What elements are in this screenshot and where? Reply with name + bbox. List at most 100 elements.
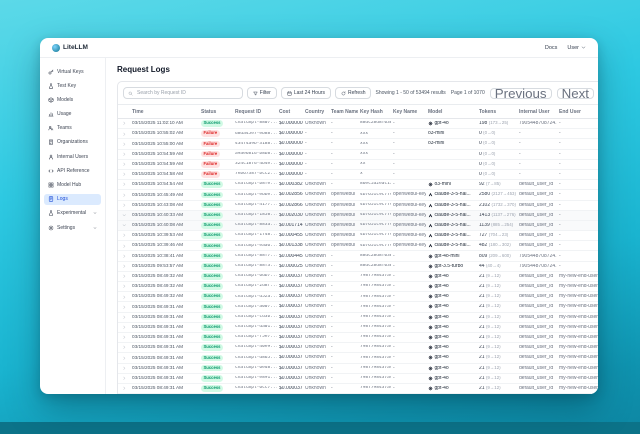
table-row[interactable]: 03/15/2025 08:49:32 AMSuccesschatcmpl-6d… — [118, 272, 598, 282]
row-expander[interactable] — [118, 343, 130, 352]
filter-button[interactable]: Filter — [247, 87, 277, 99]
sidebar-item-logs[interactable]: Logs — [44, 194, 101, 205]
cell-time: 03/15/2025 10:45:49 AM — [130, 193, 199, 198]
table-row[interactable]: 03/15/2025 10:54:59 AMFailurea9ae681d-b8… — [118, 150, 598, 160]
table-row[interactable]: 03/15/2025 10:43:08 AMSuccesschatcmpl-41… — [118, 201, 598, 211]
row-expander[interactable] — [118, 150, 130, 159]
table-row[interactable]: 03/15/2025 08:49:31 AMSuccesschatcmpl-6e… — [118, 364, 598, 374]
cell-tokens: 21 (9→12) — [477, 274, 517, 279]
search-box[interactable] — [123, 87, 243, 99]
row-expander[interactable] — [118, 160, 130, 169]
table-row[interactable]: 03/15/2025 10:45:49 AMSuccesschatcmpl-eb… — [118, 190, 598, 200]
previous-page-button[interactable]: Previous — [490, 88, 552, 99]
time-range-label: Last 24 Hours — [294, 90, 325, 96]
table-row[interactable]: 03/15/2025 10:55:02 AMFailured8da45e7-eb… — [118, 129, 598, 139]
row-expander[interactable] — [118, 201, 130, 210]
cell-end-user: - — [557, 233, 598, 238]
table-row[interactable]: 03/15/2025 10:55:00 AMFailure43474a9b-31… — [118, 139, 598, 149]
table-row[interactable]: 03/15/2025 08:49:31 AMSuccesschatcmpl-e8… — [118, 374, 598, 384]
table-row[interactable]: 03/15/2025 10:39:53 AMSuccesschatcmpl-17… — [118, 231, 598, 241]
row-expander[interactable] — [118, 364, 130, 373]
table-row[interactable]: 03/15/2025 08:49:31 AMSuccesschatcmpl-a0… — [118, 302, 598, 312]
row-expander[interactable] — [118, 262, 130, 271]
row-expander[interactable] — [118, 333, 130, 342]
cell-team-name: openwebui — [329, 243, 358, 248]
table-row[interactable]: 03/15/2025 08:49:31 AMSuccesschatcmpl-40… — [118, 343, 598, 353]
sidebar-item-virtual-keys[interactable]: Virtual Keys — [44, 66, 101, 77]
table-row[interactable]: 03/15/2025 10:38:41 AMSuccesschatcmpl-88… — [118, 251, 598, 261]
status-badge: Success — [201, 120, 223, 127]
table-row[interactable]: 03/15/2025 08:49:31 AMSuccesschatcmpl-cd… — [118, 313, 598, 323]
refresh-button[interactable]: Refresh — [335, 87, 372, 99]
chevron-right-icon — [122, 274, 127, 279]
row-expander[interactable] — [118, 353, 130, 362]
table-row[interactable]: 03/15/2025 10:54:58 AMFailure7eb67387-bc… — [118, 170, 598, 180]
row-expander[interactable] — [118, 292, 130, 301]
row-expander[interactable] — [118, 251, 130, 260]
cell-status: Success — [199, 181, 233, 188]
docs-link[interactable]: Docs — [545, 45, 558, 51]
sidebar-item-test-key[interactable]: Test Key — [44, 80, 101, 91]
tokens-breakdown: (9→12) — [486, 325, 501, 329]
cell-internal-user: default_user_id — [517, 304, 557, 309]
column-header-key-name: Key Name — [391, 105, 426, 118]
sidebar-item-internal-users[interactable]: Internal Users — [44, 151, 101, 162]
sidebar-item-organizations[interactable]: Organizations — [44, 137, 101, 148]
cell-tokens: 727 (704→23) — [477, 233, 517, 238]
row-expander[interactable] — [118, 313, 130, 322]
row-expander[interactable] — [118, 129, 130, 138]
row-expander[interactable] — [118, 282, 130, 291]
time-range-button[interactable]: Last 24 Hours — [281, 87, 331, 99]
row-expander[interactable] — [118, 180, 130, 189]
next-page-button[interactable]: Next — [557, 88, 594, 99]
row-expander[interactable] — [118, 302, 130, 311]
table-row[interactable]: 03/15/2025 10:54:59 AMFailure324c187d-4b… — [118, 160, 598, 170]
table-row[interactable]: 03/15/2025 08:49:31 AMSuccesschatcmpl-d8… — [118, 353, 598, 363]
table-row[interactable]: 03/15/2025 09:53:57 AMSuccesschatcmpl-88… — [118, 262, 598, 272]
row-expander[interactable] — [118, 211, 130, 220]
row-expander[interactable] — [118, 170, 130, 179]
search-input[interactable] — [135, 89, 238, 97]
sidebar-item-models[interactable]: Models — [44, 94, 101, 105]
row-expander[interactable] — [118, 139, 130, 148]
table-row[interactable]: 03/15/2025 08:49:31 AMSuccesschatcmpl-f5… — [118, 333, 598, 343]
cell-key-name: openwebui-key-2 — [391, 233, 426, 238]
user-menu[interactable]: User — [567, 45, 586, 51]
table-row[interactable]: 03/15/2025 08:49:31 AMSuccesschatcmpl-da… — [118, 323, 598, 333]
row-expander[interactable] — [118, 272, 130, 281]
table-row[interactable]: 03/15/2025 10:39:46 AMSuccesschatcmpl-ea… — [118, 241, 598, 251]
sidebar-item-api-reference[interactable]: API Reference — [44, 165, 101, 176]
calendar-icon — [287, 91, 292, 96]
status-badge: Success — [201, 334, 223, 341]
table-row[interactable]: 03/15/2025 08:49:32 AMSuccesschatcmpl-2d… — [118, 282, 598, 292]
table-row[interactable]: 03/15/2025 08:49:31 AMSuccesschatcmpl-6c… — [118, 384, 598, 394]
table-row[interactable]: 03/15/2025 10:40:33 AMSuccesschatcmpl-18… — [118, 211, 598, 221]
row-expander[interactable] — [118, 374, 130, 383]
table-row[interactable]: 03/15/2025 10:40:08 AMSuccesschatcmpl-88… — [118, 221, 598, 231]
cell-key-hash: 4b7651c9c7795... — [358, 223, 391, 228]
row-expander[interactable] — [118, 231, 130, 240]
cell-tokens: 21 (9→12) — [477, 294, 517, 299]
row-expander[interactable] — [118, 241, 130, 250]
row-expander[interactable] — [118, 190, 130, 199]
sidebar-item-settings[interactable]: Settings — [44, 222, 101, 233]
row-expander[interactable] — [118, 384, 130, 393]
cell-request-id: chatcmpl-88f3... — [233, 264, 277, 269]
sidebar-item-teams[interactable]: Teams — [44, 123, 101, 134]
model-name: gpt-4o — [435, 284, 449, 289]
row-expander[interactable] — [118, 323, 130, 332]
model-name: claude-3-5-hai... — [435, 223, 471, 228]
cell-end-user: my-new-end-user-7 — [557, 335, 598, 340]
table-row[interactable]: 03/15/2025 11:02:10 AMSuccesschatcmpl-88… — [118, 119, 598, 129]
cell-request-id: chatcmpl-1858... — [233, 213, 277, 218]
sidebar-item-experimental[interactable]: Experimental — [44, 208, 101, 219]
row-expander[interactable] — [118, 221, 130, 230]
table-row[interactable]: 03/15/2025 10:54:54 AMSuccesschatcmpl-b8… — [118, 180, 598, 190]
openai-icon — [428, 345, 433, 350]
sidebar-item-usage[interactable]: Usage — [44, 109, 101, 120]
cell-cost: $0.000000 — [277, 172, 303, 177]
sidebar-item-model-hub[interactable]: Model Hub — [44, 180, 101, 191]
logs-card: Filter Last 24 Hours Refresh Showing 1 -… — [117, 81, 598, 394]
row-expander[interactable] — [118, 119, 130, 128]
table-row[interactable]: 03/15/2025 08:49:32 AMSuccesschatcmpl-d5… — [118, 292, 598, 302]
